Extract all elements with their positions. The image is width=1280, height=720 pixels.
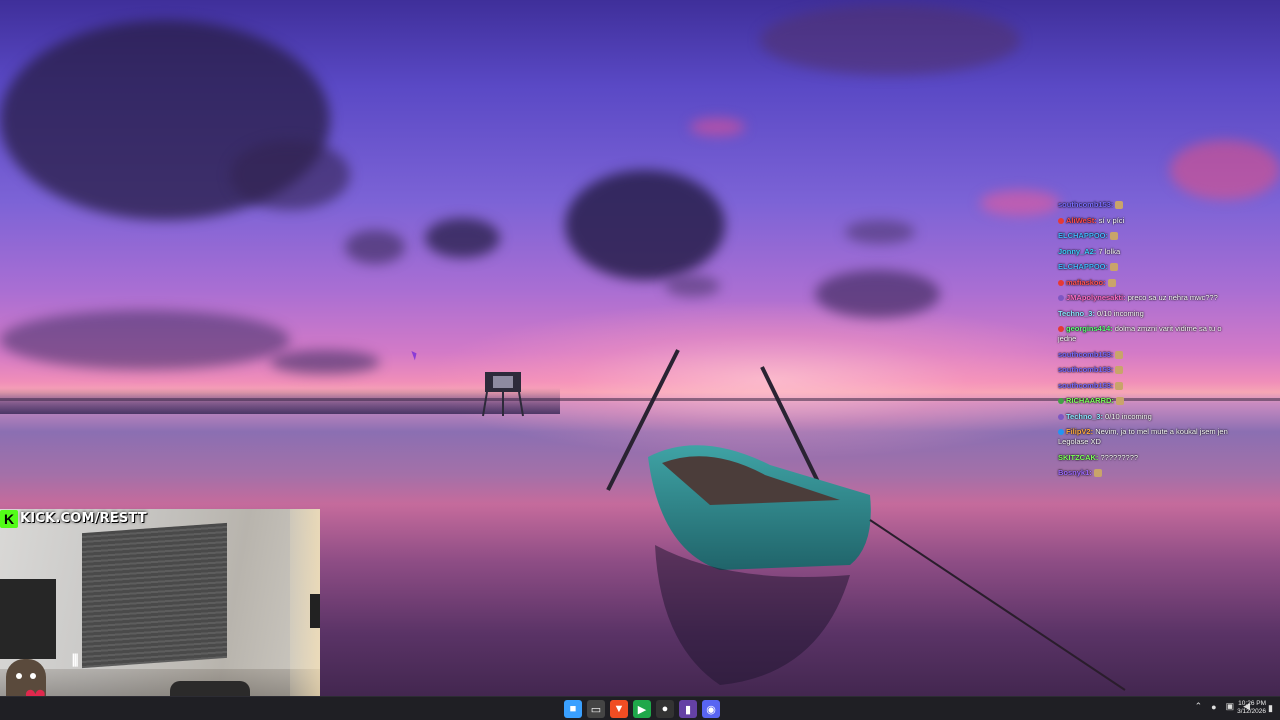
chat-message: Techno_3: 0/10 incoming (1058, 309, 1228, 319)
cloud (845, 220, 915, 244)
chat-emote-icon (1115, 350, 1124, 359)
chat-message: southcomb153: (1058, 365, 1228, 375)
chat-username: southcomb153: (1058, 200, 1114, 209)
chat-username: georgins414: (1066, 324, 1113, 333)
chat-message: SKITZCAK: ????????? (1058, 453, 1228, 463)
chat-message: Techno_3: 0/10 incoming (1058, 412, 1228, 422)
chat-message: mafiaskoo: (1058, 278, 1228, 288)
webcam-dark-panel (0, 579, 56, 659)
webcam-feed: ♥ ⫼ (0, 509, 320, 720)
cloud (1170, 140, 1280, 200)
chat-emote-icon (1115, 201, 1124, 210)
webcam-speaker (310, 594, 320, 628)
chat-text: ????????? (1100, 452, 1139, 462)
chat-message: FilipV2: Nevim, ja to mel mute a koukal … (1058, 427, 1228, 447)
chat-message: AliWeSt: sí v píci (1058, 216, 1228, 226)
clock-date: 3/12/2026 (1237, 708, 1266, 715)
chat-username: Techno_3: (1066, 411, 1103, 421)
cloud (980, 190, 1060, 216)
chat-username: Bosnyk1: (1058, 468, 1092, 477)
stream-chat-overlay: southcomb153: AliWeSt: sí v píci ELCHAPPOO… (1058, 200, 1228, 484)
webcam-window-blinds (82, 522, 227, 669)
chat-text: 0/10 incoming (1105, 411, 1152, 421)
cloud (665, 275, 720, 297)
brave-browser-icon[interactable]: ▼ (610, 700, 628, 718)
stilt-hut (482, 372, 524, 417)
chat-text: 0/10 incoming (1097, 308, 1144, 318)
chat-message: southcomb153: (1058, 350, 1228, 360)
chat-username: ELCHAPPOO: (1058, 262, 1109, 271)
cloud (270, 350, 380, 374)
chat-message: southcomb153: (1058, 200, 1228, 210)
clock-time: 10:26 PM (1238, 700, 1266, 707)
chat-username: southcomb153: (1058, 365, 1114, 374)
task-view-icon[interactable]: ▭ (587, 700, 605, 718)
chat-username: AliWeSt: (1066, 215, 1097, 225)
chat-username: SKITZCAK: (1058, 452, 1099, 462)
chat-badge-icon (1058, 279, 1064, 286)
chat-emote-icon (1110, 263, 1119, 272)
cloud (0, 310, 290, 370)
obs-icon[interactable]: ● (656, 700, 674, 718)
kick-app-icon[interactable]: ▶ (633, 700, 651, 718)
chat-message: Jonny_A2: 7 lolka (1058, 247, 1228, 257)
chat-message: southcomb153: (1058, 381, 1228, 391)
chat-badge-icon (1058, 429, 1064, 436)
kick-channel-url: KICK.COM/RESTT (20, 511, 147, 526)
chat-username: southcomb153: (1058, 349, 1114, 359)
kick-logo-icon: K (0, 509, 18, 528)
taskbar: ■ ▭ ▼ ▶ ● ▮ ◉ ⌃ ● ▣ ◀ 10:26 PM 3/12/2026 ▮ (0, 696, 1280, 720)
cloud (565, 170, 725, 280)
discord-icon[interactable]: ◉ (702, 700, 720, 718)
chat-message: georgins414: dolma zmzni varit vidime sa… (1058, 324, 1228, 344)
chat-emote-icon (1107, 278, 1116, 287)
taskbar-clock[interactable]: 10:26 PM 3/12/2026 (1226, 700, 1266, 716)
chat-username: JMApolynesakti: (1066, 293, 1126, 302)
chat-message: ELCHAPPOO: (1058, 262, 1228, 272)
chat-emote-icon (1115, 397, 1124, 406)
chat-username: mafiaskoo: (1066, 277, 1106, 287)
cloud (690, 118, 745, 136)
claw-logo-icon: ⫼ (72, 652, 79, 668)
chat-badge-icon (1058, 398, 1064, 405)
chat-username: southcomb153: (1058, 380, 1114, 390)
twitch-icon[interactable]: ▮ (679, 700, 697, 718)
chat-badge-icon (1058, 326, 1064, 333)
chat-emote-icon (1093, 469, 1102, 478)
chat-message: Bosnyk1: (1058, 468, 1228, 478)
notification-bell-icon[interactable]: ▮ (1268, 703, 1276, 713)
cloud (425, 218, 500, 258)
chat-emote-icon (1115, 381, 1124, 390)
chevron-up-icon[interactable]: ⌃ (1195, 701, 1203, 712)
chat-text: 7 lolka (1098, 246, 1121, 256)
cloud (760, 5, 1020, 75)
chat-badge-icon (1058, 413, 1064, 420)
chat-username: Jonny_A2: (1058, 246, 1097, 256)
kick-channel-banner: K KICK.COM/RESTT (0, 509, 147, 528)
microphone-icon[interactable]: ● (1211, 702, 1216, 712)
chat-message: JMApolynesakti: preco sa uz nehra mwc??? (1058, 293, 1228, 303)
cloud (345, 230, 405, 264)
chat-emote-icon (1115, 366, 1124, 375)
cloud (815, 270, 940, 318)
chat-badge-icon (1058, 217, 1064, 224)
chat-emote-icon (1110, 232, 1119, 241)
chat-text: preco sa uz nehra mwc??? (1127, 293, 1218, 302)
chat-message: ELCHAPPOO: (1058, 231, 1228, 241)
chat-username: Techno_3: (1058, 308, 1095, 318)
cloud (230, 140, 350, 210)
chat-message: RICHAARRD: (1058, 396, 1228, 406)
taskbar-pinned-apps: ■ ▭ ▼ ▶ ● ▮ ◉ (564, 700, 720, 718)
chat-username: ELCHAPPOO: (1058, 231, 1109, 240)
chat-badge-icon (1058, 295, 1064, 302)
chat-text: sí v píci (1098, 215, 1125, 225)
chat-username: RICHAARRD: (1066, 396, 1114, 405)
start-icon[interactable]: ■ (564, 700, 582, 718)
chat-username: FilipV2: (1066, 427, 1094, 436)
